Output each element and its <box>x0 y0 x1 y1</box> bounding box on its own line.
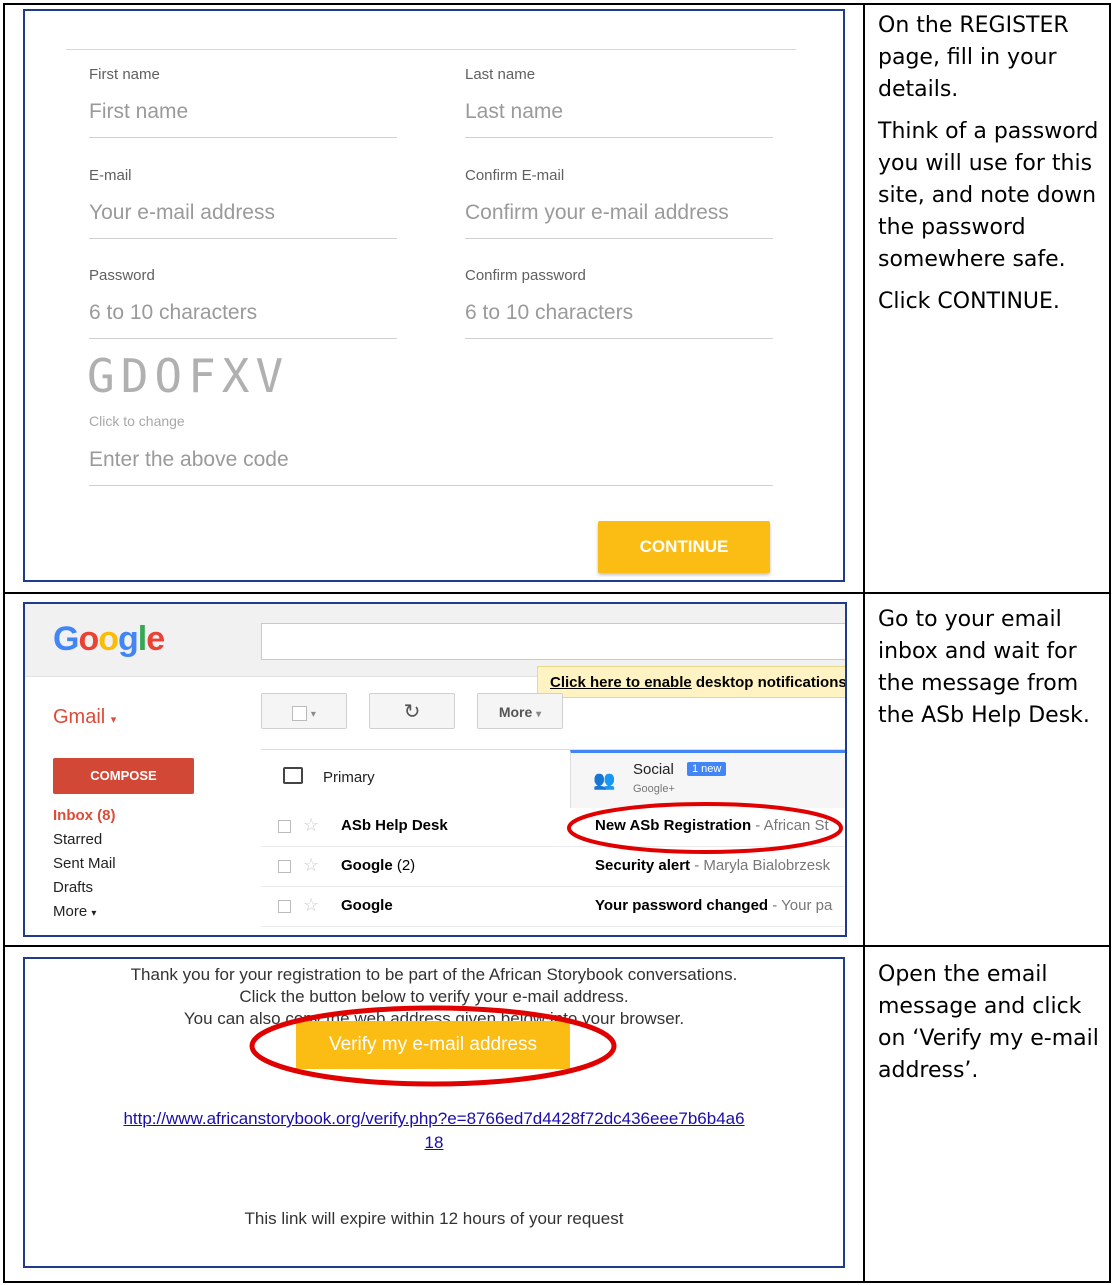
confirm-password-input[interactable]: 6 to 10 characters <box>465 301 633 325</box>
email-subject: Security alert <box>595 857 691 874</box>
caret-down-icon: ▾ <box>91 908 97 919</box>
row-checkbox[interactable] <box>278 820 291 833</box>
sender-name: Google <box>341 857 393 874</box>
more-actions-label: More <box>498 704 533 720</box>
nav-drafts[interactable]: Drafts <box>53 879 93 896</box>
confirm-email-underline <box>465 238 773 239</box>
star-icon[interactable]: ☆ <box>303 895 319 916</box>
email-subject: Your password changed <box>595 897 769 914</box>
column-divider <box>863 3 865 1283</box>
select-all-button[interactable]: ▾ <box>261 693 347 729</box>
more-actions-button[interactable]: More ▾ <box>477 693 563 729</box>
email-underline <box>89 238 397 239</box>
star-icon[interactable]: ☆ <box>303 855 319 876</box>
email-label: E-mail <box>89 167 132 184</box>
highlight-ellipse <box>567 802 843 854</box>
people-icon: 👥 <box>593 770 616 790</box>
email-snippet: - Your pa <box>768 897 833 914</box>
register-form-panel: First name First name Last name Last nam… <box>23 9 845 582</box>
refresh-button[interactable]: ↻ <box>369 693 455 729</box>
nav-sent-mail[interactable]: Sent Mail <box>53 855 116 872</box>
compose-button[interactable]: COMPOSE <box>53 758 194 794</box>
last-name-underline <box>465 137 773 138</box>
row-divider-2 <box>3 945 1111 947</box>
form-top-divider <box>66 49 796 50</box>
nav-starred[interactable]: Starred <box>53 831 102 848</box>
row-divider-1 <box>3 592 1111 594</box>
row-checkbox[interactable] <box>278 860 291 873</box>
search-input[interactable] <box>261 623 845 660</box>
checkbox-icon <box>292 705 308 721</box>
step3-text: Open the email message and click on ‘Ver… <box>878 962 1099 1083</box>
gmail-title: Gmail <box>53 706 106 728</box>
email-snippet: - Maryla Bialobrzesk <box>690 857 831 874</box>
gmail-inbox-panel: Google Click here to enable desktop noti… <box>23 602 847 937</box>
sender-name: Google <box>341 897 393 914</box>
continue-button[interactable]: CONTINUE <box>598 521 770 573</box>
email-subject-line: Your password changed - Your pa <box>595 897 832 914</box>
caret-down-icon: ▾ <box>536 709 542 720</box>
tab-primary-label: Primary <box>323 769 375 786</box>
tab-primary[interactable]: Primary <box>261 750 570 808</box>
caret-down-icon: ▾ <box>110 714 117 726</box>
desktop-notification-bar: Click here to enable desktop notificatio… <box>537 666 847 698</box>
step2-instructions: Go to your email inbox and wait for the … <box>878 604 1104 742</box>
verify-intro-line1: Thank you for your registration to be pa… <box>130 965 738 984</box>
last-name-label: Last name <box>465 66 536 83</box>
password-label: Password <box>89 267 155 284</box>
nav-inbox[interactable]: Inbox (8) <box>53 807 116 824</box>
captcha-code-underline <box>89 485 773 486</box>
email-input[interactable]: Your e-mail address <box>89 201 275 225</box>
confirm-password-underline <box>465 338 773 339</box>
google-logo: Google <box>53 620 165 658</box>
link-expiry-note: This link will expire within 12 hours of… <box>244 1209 624 1228</box>
verify-link-line2[interactable]: 18 <box>25 1133 843 1153</box>
caret-down-icon: ▾ <box>310 709 316 720</box>
enable-notifications-link[interactable]: Click here to enable <box>550 674 692 691</box>
first-name-label: First name <box>89 66 160 83</box>
inbox-tray-icon <box>283 767 303 784</box>
step1-text-1: On the REGISTER page, fill in your detai… <box>878 13 1069 102</box>
gmail-app-menu[interactable]: Gmail ▾ <box>53 706 116 729</box>
confirm-email-input[interactable]: Confirm your e-mail address <box>465 201 729 225</box>
captcha-image[interactable]: GDOFXV <box>87 349 289 403</box>
tab-social-subtitle: Google+ <box>633 783 675 795</box>
confirm-password-label: Confirm password <box>465 267 586 284</box>
email-sender: ASb Help Desk <box>341 817 448 834</box>
last-name-input[interactable]: Last name <box>465 100 563 124</box>
refresh-icon: ↻ <box>403 701 421 723</box>
captcha-code-input[interactable]: Enter the above code <box>89 448 289 472</box>
nav-more-label: More <box>53 903 88 920</box>
new-count-badge: 1 new <box>687 762 727 776</box>
tab-social-label: Social <box>633 761 674 778</box>
password-input[interactable]: 6 to 10 characters <box>89 301 257 325</box>
row-checkbox[interactable] <box>278 900 291 913</box>
email-row[interactable]: ☆ Google Your password changed - Your pa <box>261 887 845 927</box>
email-sender: Google <box>341 897 393 914</box>
step1-text-2: Think of a password you will use for thi… <box>878 119 1099 272</box>
inbox-tabs: Primary 👥 Social 1 new Google+ <box>261 749 845 808</box>
sender-name: ASb Help Desk <box>341 817 448 834</box>
verify-email-panel: Thank you for your registration to be pa… <box>23 957 845 1268</box>
star-icon[interactable]: ☆ <box>303 815 319 836</box>
password-underline <box>89 338 397 339</box>
step2-text: Go to your email inbox and wait for the … <box>878 607 1090 728</box>
thread-count: (2) <box>392 857 416 874</box>
email-subject-line: Security alert - Maryla Bialobrzesk <box>595 857 830 874</box>
verify-link-line1[interactable]: http://www.africanstorybook.org/verify.p… <box>25 1109 843 1129</box>
confirm-email-label: Confirm E-mail <box>465 167 565 184</box>
highlight-ellipse <box>249 1005 617 1087</box>
step3-instructions: Open the email message and click on ‘Ver… <box>878 959 1104 1097</box>
first-name-input[interactable]: First name <box>89 100 188 124</box>
nav-more[interactable]: More ▾ <box>53 903 96 920</box>
captcha-change-link[interactable]: Click to change <box>89 413 185 429</box>
first-name-underline <box>89 137 397 138</box>
step1-text-3: Click CONTINUE. <box>878 289 1060 314</box>
notification-text: desktop notifications <box>691 674 847 691</box>
email-sender: Google (2) <box>341 857 415 874</box>
step1-instructions: On the REGISTER page, fill in your detai… <box>878 10 1100 328</box>
